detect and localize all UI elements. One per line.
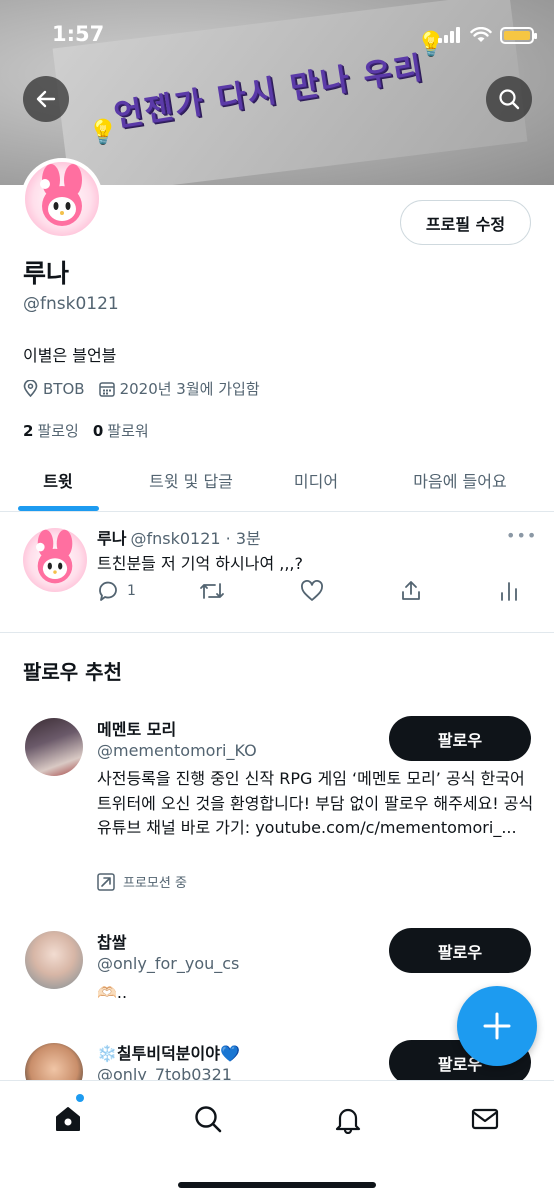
bunny-avatar-icon: [40, 164, 82, 226]
tab-likes[interactable]: 마음에 들어요: [366, 450, 554, 510]
compose-tweet-button[interactable]: [457, 986, 537, 1066]
location-text: BTOB: [43, 379, 85, 398]
tab-tweets-replies[interactable]: 트윗 및 답글: [116, 450, 266, 510]
calendar-icon: [98, 381, 115, 397]
following-link[interactable]: 2 팔로잉: [23, 420, 79, 441]
like-button[interactable]: [300, 580, 324, 602]
location: BTOB: [23, 380, 85, 398]
plus-icon: [483, 1012, 511, 1040]
search-button[interactable]: [486, 76, 532, 122]
display-name: 루나: [23, 259, 70, 288]
arrow-left-icon: [36, 90, 56, 108]
join-date: 2020년 3월에 가입함: [98, 378, 260, 399]
bunny-avatar-icon: [35, 529, 73, 584]
follow-counts: 2 팔로잉 0 팔로워: [23, 420, 149, 441]
profile-meta: BTOB 2020년 3월에 가입함: [23, 378, 260, 399]
analytics-button[interactable]: [499, 580, 519, 602]
following-label: 팔로잉: [37, 422, 79, 440]
tweet-text: 트친분들 저 기억 하시나여 ,,,?: [97, 554, 304, 573]
reply-button[interactable]: 1: [97, 580, 136, 602]
nav-notifications[interactable]: [328, 1099, 368, 1139]
who-to-follow-title: 팔로우 추천: [23, 660, 122, 684]
promoted-icon: [97, 872, 115, 891]
more-options-icon[interactable]: •••: [506, 526, 537, 545]
account-handle: @only_for_you_cs: [97, 954, 240, 973]
account-description: 🫶🏻..: [97, 983, 128, 1002]
analytics-icon: [501, 582, 517, 601]
divider: [0, 632, 554, 633]
account-avatar[interactable]: [25, 931, 83, 989]
active-tab-indicator: [18, 506, 99, 511]
retweet-icon: [200, 583, 224, 599]
profile-avatar[interactable]: [21, 158, 103, 240]
followers-link[interactable]: 0 팔로워: [93, 420, 149, 441]
heart-icon: [301, 580, 323, 601]
tab-tweets[interactable]: 트윗: [0, 450, 116, 510]
reply-count: 1: [127, 583, 136, 599]
signal-icon: [438, 27, 460, 43]
tweet-avatar[interactable]: [23, 528, 87, 592]
tweet-header: 루나 @fnsk0121 · 3분: [97, 525, 261, 549]
nav-search[interactable]: [188, 1099, 228, 1139]
notification-dot: [76, 1094, 84, 1102]
promoted-label: 프로모션 중: [97, 872, 187, 891]
bio: 이별은 블언블: [23, 346, 117, 365]
bell-icon: [335, 1108, 361, 1134]
tweet-actions: 1: [97, 580, 527, 610]
follow-button[interactable]: 팔로우: [389, 928, 531, 973]
user-handle: @fnsk0121: [23, 294, 119, 314]
wifi-icon: [470, 27, 492, 42]
join-date-text: 2020년 3월에 가입함: [119, 380, 260, 398]
tab-media[interactable]: 미디어: [266, 450, 366, 510]
home-indicator: [178, 1182, 376, 1188]
following-count: 2: [23, 422, 34, 440]
location-pin-icon: [23, 380, 38, 397]
account-name: 메멘토 모리: [97, 720, 177, 739]
search-icon: [195, 1106, 222, 1133]
mail-icon: [471, 1108, 499, 1130]
retweet-button[interactable]: [199, 580, 225, 602]
tweet-author-handle: @fnsk0121: [130, 529, 221, 548]
status-icons: [438, 22, 537, 48]
reply-icon: [99, 581, 117, 601]
nav-messages[interactable]: [465, 1099, 505, 1139]
nav-home[interactable]: [48, 1099, 88, 1139]
account-name: ❄️칠투비덕분이야💙: [97, 1044, 240, 1063]
tweet-author-name: 루나: [97, 529, 127, 548]
back-button[interactable]: [23, 76, 69, 122]
status-time: 1:57: [52, 22, 105, 46]
account-name: 찹쌀: [97, 933, 127, 952]
promoted-text: 프로모션 중: [123, 876, 187, 891]
bottom-navigation: [0, 1080, 554, 1200]
home-icon: [56, 1107, 80, 1131]
battery-icon: [500, 26, 537, 44]
edit-profile-button[interactable]: 프로필 수정: [400, 200, 531, 245]
account-handle: @mementomori_KO: [97, 741, 257, 760]
followers-count: 0: [92, 422, 104, 440]
lightbulb-icon: 💡: [88, 118, 118, 146]
followers-label: 팔로워: [107, 422, 149, 440]
share-icon: [402, 581, 420, 600]
search-icon: [499, 89, 520, 110]
share-button[interactable]: [400, 580, 422, 602]
profile-tabs: 트윗 트윗 및 답글 미디어 마음에 들어요: [0, 450, 554, 512]
tweet-time: · 3분: [225, 529, 261, 548]
follow-button[interactable]: 팔로우: [389, 716, 531, 761]
account-avatar[interactable]: [25, 718, 83, 776]
account-description: 사전등록을 진행 중인 신작 RPG 게임 ‘메멘토 모리’ 공식 한국어 트위…: [97, 769, 534, 837]
